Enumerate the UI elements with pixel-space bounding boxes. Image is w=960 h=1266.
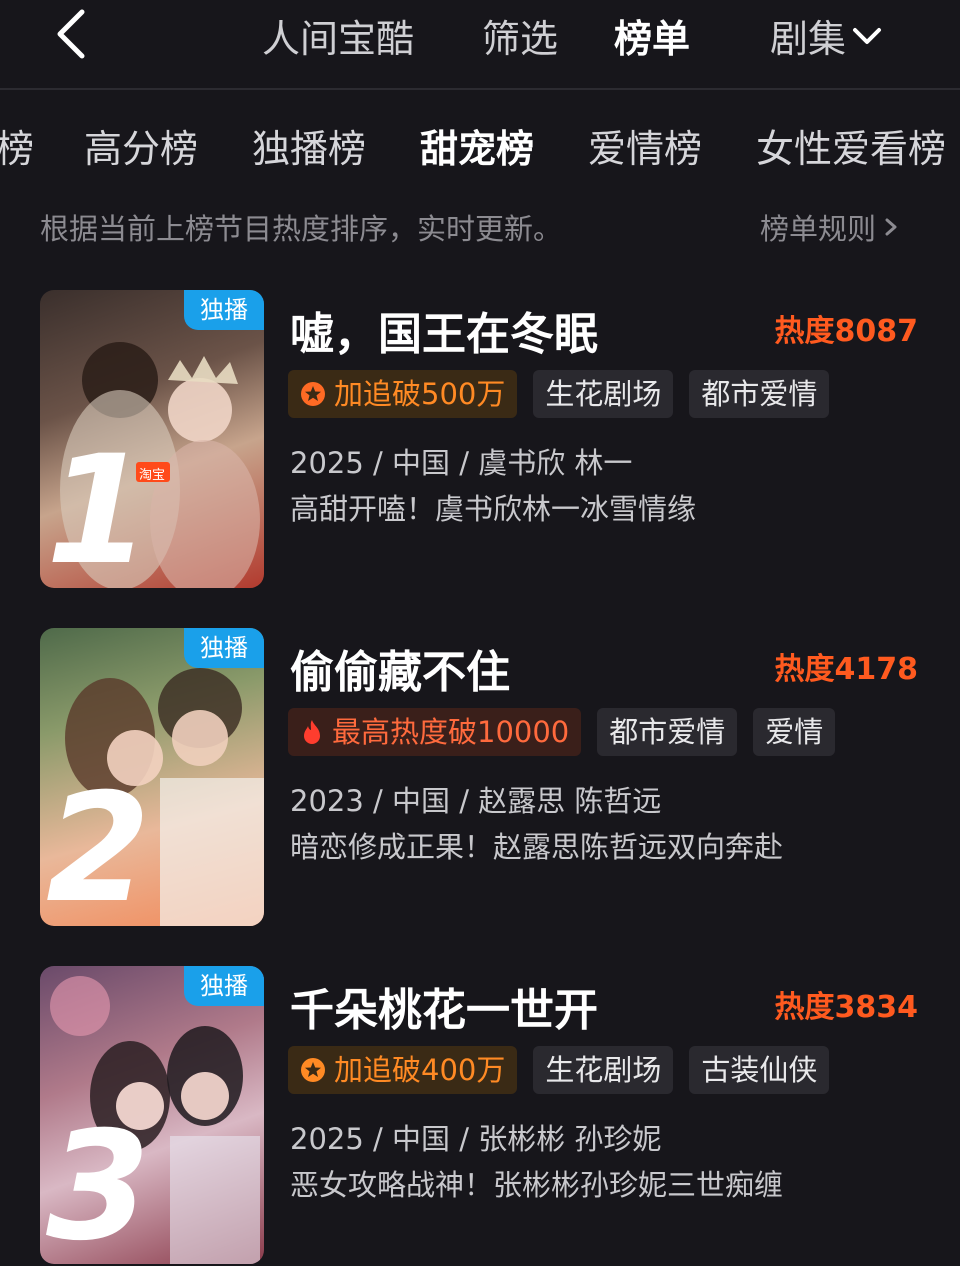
poster-image[interactable]: 淘宝 独播 1: [40, 290, 264, 588]
exclusive-badge: 独播: [184, 966, 264, 1006]
nav-tab-ranking[interactable]: 榜单: [614, 8, 690, 63]
tag-highlight[interactable]: 加追破400万: [288, 1046, 518, 1094]
ranking-rules-link[interactable]: 榜单规则: [760, 206, 900, 248]
heat-score: 热度3834: [774, 990, 919, 1025]
tag-label: 最高热度破10000: [332, 715, 570, 749]
show-title[interactable]: 嘘，国王在冬眠: [290, 298, 598, 362]
rank-number: 3: [46, 1100, 151, 1264]
show-meta: 2023 / 中国 / 赵露思 陈哲远: [290, 784, 662, 818]
back-arrow-icon: [57, 9, 85, 59]
rules-label: 榜单规则: [760, 212, 877, 246]
tag-label: 加追破400万: [334, 1053, 506, 1087]
show-title[interactable]: 千朵桃花一世开: [290, 974, 598, 1038]
heat-score: 热度4178: [774, 652, 919, 687]
header-divider: [0, 88, 960, 90]
top-bar: 人间宝酷 筛选 榜单 剧集: [0, 0, 960, 88]
back-button[interactable]: [48, 4, 98, 60]
poster-image[interactable]: 独播 2: [40, 628, 264, 926]
ranking-description: 根据当前上榜节目热度排序，实时更新。: [40, 212, 563, 246]
show-blurb: 恶女攻略战神！张彬彬孙珍妮三世痴缠: [290, 1168, 784, 1202]
nav-tab-filter[interactable]: 筛选: [482, 8, 558, 63]
tab-romance[interactable]: 爱情榜: [588, 118, 702, 173]
list-item[interactable]: 独播 2 偷偷藏不住 热度4178 最高热度破10000 都市爱情 爱情 202…: [0, 628, 960, 928]
tag-chip[interactable]: 都市爱情: [689, 370, 830, 418]
list-item[interactable]: 独播 3 千朵桃花一世开 热度3834 加追破400万 生花剧场 古装仙侠 20…: [0, 966, 960, 1266]
tab-partial[interactable]: 榜: [0, 118, 34, 173]
nav-tab-renjian[interactable]: 人间宝酷: [262, 8, 414, 63]
show-title[interactable]: 偷偷藏不住: [290, 636, 510, 700]
tag-row: 加追破500万 生花剧场 都市爱情: [288, 370, 830, 418]
heat-score: 热度8087: [774, 314, 919, 349]
flame-icon: [304, 720, 320, 744]
series-label: 剧集: [770, 17, 847, 61]
tag-highlight[interactable]: 最高热度破10000: [288, 708, 582, 756]
nav-tab-series-dropdown[interactable]: 剧集: [770, 8, 884, 63]
tag-row: 最高热度破10000 都市爱情 爱情: [288, 708, 836, 756]
tab-female-favorites[interactable]: 女性爱看榜: [756, 118, 946, 173]
show-blurb: 暗恋修成正果！赵露思陈哲远双向奔赴: [290, 830, 784, 864]
star-icon: [301, 382, 325, 406]
tag-row: 加追破400万 生花剧场 古装仙侠: [288, 1046, 830, 1094]
rank-number: 1: [46, 424, 151, 588]
tab-high-score[interactable]: 高分榜: [84, 118, 198, 173]
list-item[interactable]: 淘宝 独播 1 嘘，国王在冬眠 热度8087 加追破500万 生花剧场 都市爱情…: [0, 290, 960, 590]
tag-highlight[interactable]: 加追破500万: [288, 370, 518, 418]
rank-number: 2: [46, 762, 151, 926]
tag-label: 加追破500万: [334, 377, 506, 411]
exclusive-badge: 独播: [184, 290, 264, 330]
chevron-right-icon: [885, 218, 897, 236]
exclusive-badge: 独播: [184, 628, 264, 668]
tag-chip[interactable]: 生花剧场: [533, 370, 674, 418]
tag-chip[interactable]: 爱情: [753, 708, 836, 756]
tab-sweet-romance[interactable]: 甜宠榜: [420, 118, 534, 173]
tag-chip[interactable]: 生花剧场: [533, 1046, 674, 1094]
show-blurb: 高甜开嗑！虞书欣林一冰雪情缘: [290, 492, 697, 526]
tag-chip[interactable]: 都市爱情: [597, 708, 738, 756]
chevron-down-icon: [853, 27, 882, 44]
poster-image[interactable]: 独播 3: [40, 966, 264, 1264]
star-icon: [301, 1058, 325, 1082]
show-meta: 2025 / 中国 / 虞书欣 林一: [290, 446, 633, 480]
tag-chip[interactable]: 古装仙侠: [689, 1046, 830, 1094]
show-meta: 2025 / 中国 / 张彬彬 孙珍妮: [290, 1122, 662, 1156]
tab-exclusive[interactable]: 独播榜: [252, 118, 366, 173]
